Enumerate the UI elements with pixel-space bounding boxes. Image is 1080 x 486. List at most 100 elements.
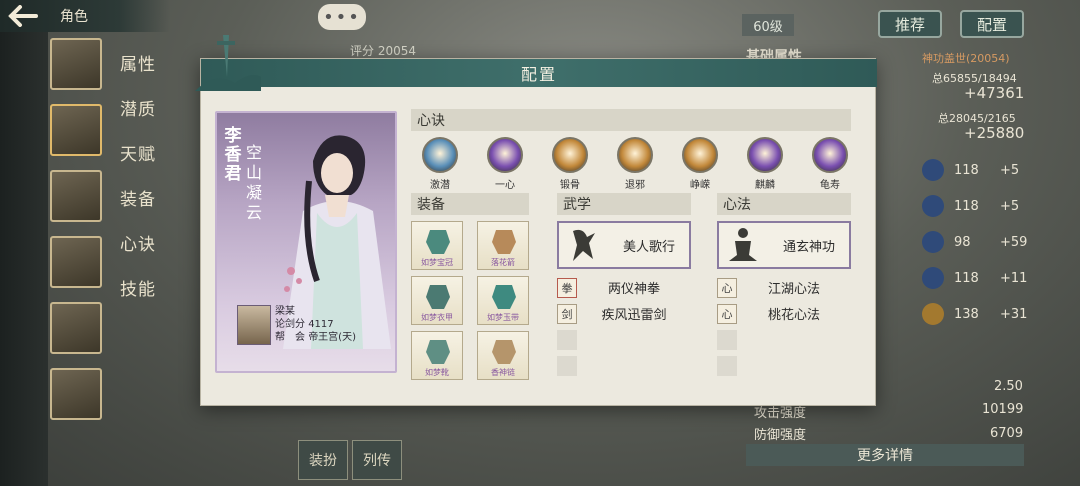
- meditate-small-icon: 心: [717, 277, 737, 298]
- xinjue-label: 激潜: [430, 180, 450, 191]
- empty-slot[interactable]: [717, 356, 737, 376]
- stat-value: 138: [954, 306, 979, 322]
- equipment-slot[interactable]: 香神链: [477, 331, 529, 380]
- recommend-button[interactable]: 推荐: [878, 10, 942, 38]
- character-avatar[interactable]: [50, 170, 102, 222]
- modal-title: 配置: [520, 65, 557, 84]
- chat-bubble[interactable]: •••: [318, 4, 366, 30]
- xinjue-list: 激潜 一心 锻骨 退邪 峥嵘 麒麟 龟寿: [415, 137, 855, 191]
- stat-icon: [922, 159, 944, 181]
- stat-delta: +59: [1000, 234, 1028, 250]
- stat-list: 118 +5 118 +5 98 +59 118 +11 138 +31: [922, 152, 1027, 332]
- sword-decoration-icon: [195, 35, 261, 91]
- xinjue-orb-icon: [682, 137, 718, 173]
- owner-score-line: 论剑分 4117: [275, 318, 356, 331]
- xinfa-sub-label: 桃花心法: [767, 308, 820, 323]
- wuxue-sub-label: 疾风迅雷剑: [601, 308, 667, 323]
- xinfa-sub-item[interactable]: 心 江湖心法: [717, 275, 851, 300]
- menu-item-talent[interactable]: 天赋: [120, 130, 170, 175]
- character-avatar[interactable]: [50, 302, 102, 354]
- more-details-button[interactable]: 更多详情: [746, 444, 1024, 466]
- wuxue-sub-item[interactable]: 剑 疾风迅雷剑: [557, 301, 691, 326]
- section-xinfa: 心法: [717, 193, 851, 215]
- wuxue-sub-label: 两仪神拳: [607, 282, 660, 297]
- xinjue-item[interactable]: 激潜: [415, 137, 465, 191]
- total-1-delta: +47361: [964, 84, 1025, 102]
- stat-value: 118: [954, 162, 979, 178]
- owner-score-label: 论剑分: [275, 319, 305, 330]
- xinfa-sub-item[interactable]: 心 桃花心法: [717, 301, 851, 326]
- character-avatar[interactable]: [50, 236, 102, 288]
- stat-delta: +5: [1000, 198, 1020, 214]
- xinjue-label: 一心: [495, 180, 515, 191]
- equipment-item-icon: [426, 340, 450, 364]
- xinjue-item[interactable]: 退邪: [610, 137, 660, 191]
- xinfa-sub-list: 心江湖心法 心桃花心法: [717, 275, 851, 382]
- stat-value: 118: [954, 198, 979, 214]
- equipment-item-icon: [492, 230, 516, 254]
- owner-lines: 梁某 论剑分 4117 帮 会 帝王宫(天): [275, 305, 356, 344]
- equipment-label: 如梦玉带: [487, 313, 519, 322]
- equipment-slot[interactable]: 如梦靴: [411, 331, 463, 380]
- xinjue-orb-icon: [617, 137, 653, 173]
- stat-row: 118 +11: [922, 260, 1027, 296]
- wuxue-main-label: 美人歌行: [623, 239, 676, 255]
- equipment-slot[interactable]: 如梦玉带: [477, 276, 529, 325]
- section-xinjue: 心诀: [411, 109, 851, 131]
- menu-item-potential[interactable]: 潜质: [120, 85, 170, 130]
- stat-row: 118 +5: [922, 188, 1027, 224]
- empty-slot[interactable]: [557, 356, 577, 376]
- config-button[interactable]: 配置: [960, 10, 1024, 38]
- equipment-slot[interactable]: 落花箭: [477, 221, 529, 270]
- equipment-slot[interactable]: 如梦宝冠: [411, 221, 463, 270]
- owner-name: 梁某: [275, 306, 295, 317]
- section-wuxue: 武学: [557, 193, 691, 215]
- menu-item-equipment[interactable]: 装备: [120, 175, 170, 220]
- modal-header: 配置: [201, 59, 877, 87]
- stat-row: 98 +59: [922, 224, 1027, 260]
- top-bar: 角色: [0, 0, 170, 32]
- stat-value: 98: [954, 234, 971, 250]
- character-avatar[interactable]: [50, 38, 102, 90]
- wuxue-main-skill[interactable]: 美人歌行: [557, 221, 691, 269]
- xinjue-item[interactable]: 锻骨: [545, 137, 595, 191]
- character-title: 空山凝云: [245, 143, 262, 222]
- xinjue-label: 龟寿: [820, 180, 840, 191]
- equipment-grid: 如梦宝冠 落花箭 如梦衣甲 如梦玉带如梦靴 香神链: [411, 221, 529, 380]
- stat-icon: [922, 303, 944, 325]
- owner-avatar[interactable]: [237, 305, 271, 345]
- character-name: 李香君: [224, 126, 242, 184]
- page-title: 角色: [60, 9, 88, 25]
- xinjue-item[interactable]: 麒麟: [740, 137, 790, 191]
- xinjue-item[interactable]: 龟寿: [805, 137, 855, 191]
- wuxue-sub-item[interactable]: 拳 两仪神拳: [557, 275, 691, 300]
- section-equipment: 装备: [411, 193, 529, 215]
- empty-slot[interactable]: [557, 330, 577, 350]
- tab-costume[interactable]: 装扮: [298, 440, 348, 480]
- left-strip: [0, 32, 48, 486]
- menu-item-skills[interactable]: 技能: [120, 265, 170, 310]
- back-arrow-icon[interactable]: [0, 0, 46, 32]
- equipment-label: 如梦靴: [425, 368, 449, 377]
- xinjue-orb-icon: [552, 137, 588, 173]
- stat-icon: [922, 231, 944, 253]
- character-card: 李香君 空山凝云 梁某 论剑分 4117 帮 会 帝王宫(天): [215, 111, 397, 373]
- empty-slot[interactable]: [717, 330, 737, 350]
- character-avatar[interactable]: [50, 104, 102, 156]
- menu-item-xinjue[interactable]: 心诀: [120, 220, 170, 265]
- character-avatar[interactable]: [50, 368, 102, 420]
- xinjue-item[interactable]: 一心: [480, 137, 530, 191]
- xinjue-label: 麒麟: [755, 180, 775, 191]
- stat-row: 118 +5: [922, 152, 1027, 188]
- xinfa-main-label: 通玄神功: [783, 239, 836, 255]
- xinjue-item[interactable]: 峥嵘: [675, 137, 725, 191]
- equipment-item-icon: [492, 285, 516, 309]
- equipment-item-icon: [426, 230, 450, 254]
- menu-item-attributes[interactable]: 属性: [120, 40, 170, 85]
- xinfa-main-skill[interactable]: 通玄神功: [717, 221, 851, 269]
- meditate-small-icon: 心: [717, 303, 737, 324]
- stat-delta: +31: [1000, 306, 1028, 322]
- tab-biography[interactable]: 列传: [352, 440, 402, 480]
- equipment-slot[interactable]: 如梦衣甲: [411, 276, 463, 325]
- wuxue-sub-list: 拳 两仪神拳 剑 疾风迅雷剑: [557, 275, 691, 382]
